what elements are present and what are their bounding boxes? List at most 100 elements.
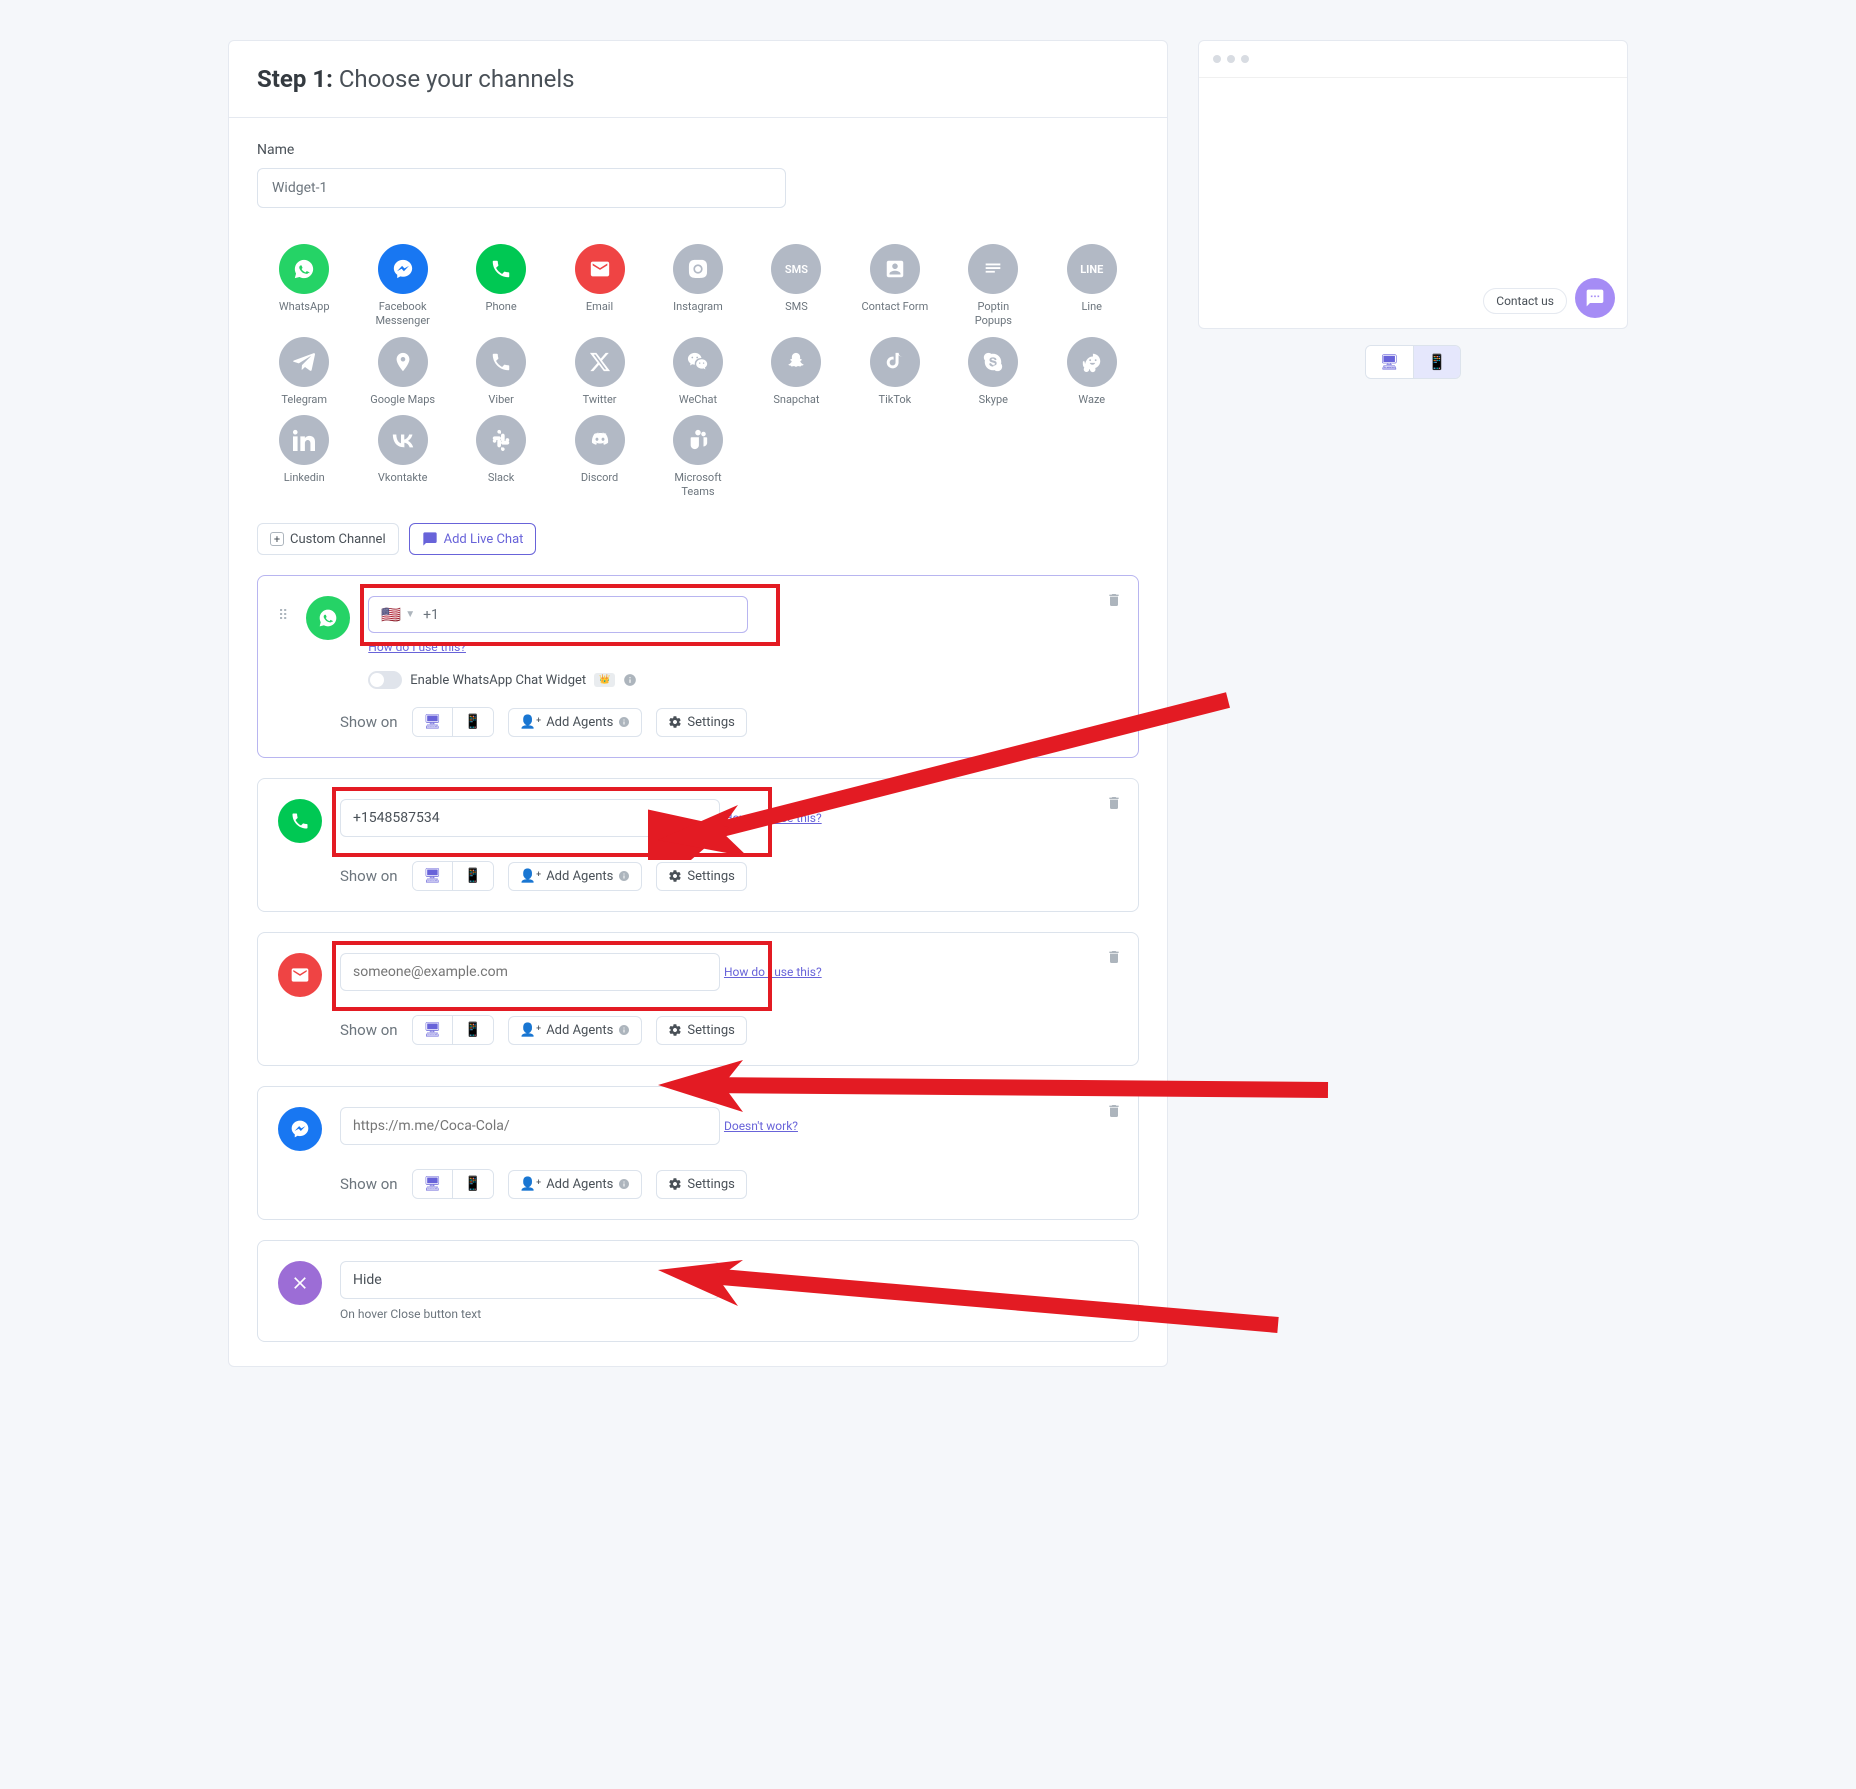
info-icon — [618, 870, 630, 882]
preview-mobile-tab[interactable]: 📱 — [1414, 346, 1461, 378]
channel-messenger[interactable]: Facebook Messenger — [355, 244, 449, 329]
email-card: How do I use this? Show on 🖥 📱 👤⁺Add Age… — [257, 932, 1139, 1066]
preview-header — [1199, 41, 1627, 78]
phone-card: How do I use this? Show on 🖥 📱 👤⁺Add Age… — [257, 778, 1139, 912]
channel-snapchat[interactable]: Snapchat — [749, 337, 843, 407]
info-icon[interactable] — [623, 673, 637, 687]
name-input[interactable] — [257, 168, 786, 208]
device-desktop-button[interactable]: 🖥 — [413, 1170, 454, 1198]
channel-wechat[interactable]: WeChat — [651, 337, 745, 407]
whatsapp-card: ⠿ 🇺🇸 ▼ +1 How do I use this? Enable What — [257, 575, 1139, 758]
device-toggle: 🖥 📱 — [412, 1169, 494, 1199]
channel-sms[interactable]: SMSSMS — [749, 244, 843, 329]
device-mobile-button[interactable]: 📱 — [453, 862, 492, 890]
device-toggle: 🖥 📱 — [412, 707, 494, 737]
channel-skype[interactable]: Skype — [946, 337, 1040, 407]
channel-line[interactable]: LINELine — [1045, 244, 1139, 329]
whatsapp-phone-input[interactable]: 🇺🇸 ▼ +1 — [368, 596, 748, 633]
channel-vkontakte[interactable]: Vkontakte — [355, 415, 449, 500]
gear-icon — [668, 1023, 682, 1037]
custom-channel-button[interactable]: + Custom Channel — [257, 523, 399, 555]
device-mobile-button[interactable]: 📱 — [453, 1016, 492, 1044]
device-toggle: 🖥 📱 — [412, 861, 494, 891]
flag-select[interactable]: 🇺🇸 ▼ — [381, 605, 415, 624]
vkontakte-icon — [392, 429, 414, 451]
channel-telegram[interactable]: Telegram — [257, 337, 351, 407]
channel-contact-form[interactable]: Contact Form — [848, 244, 942, 329]
settings-button[interactable]: Settings — [656, 1170, 746, 1199]
add-live-chat-button[interactable]: Add Live Chat — [409, 523, 537, 555]
channels-grid: WhatsApp Facebook Messenger Phone Email … — [257, 244, 1139, 499]
channel-twitter[interactable]: Twitter — [552, 337, 646, 407]
device-desktop-button[interactable]: 🖥 — [413, 1016, 454, 1044]
channel-slack[interactable]: Slack — [454, 415, 548, 500]
plus-icon: + — [270, 532, 284, 546]
chat-bubble-icon[interactable] — [1575, 278, 1615, 318]
preview-desktop-tab[interactable]: 🖥 — [1366, 346, 1414, 378]
channel-poptin[interactable]: Poptin Popups — [946, 244, 1040, 329]
help-link[interactable]: How do I use this? — [368, 640, 466, 654]
channel-google-maps[interactable]: Google Maps — [355, 337, 449, 407]
trash-icon[interactable] — [1106, 1103, 1122, 1119]
drag-handle-icon[interactable]: ⠿ — [278, 608, 288, 624]
messenger-input[interactable] — [340, 1107, 720, 1145]
device-desktop-button[interactable]: 🖥 — [413, 708, 454, 736]
add-agent-icon: 👤⁺ — [520, 1177, 541, 1192]
email-card-icon — [278, 953, 322, 997]
channel-linkedin[interactable]: Linkedin — [257, 415, 351, 500]
gear-icon — [668, 1177, 682, 1191]
info-icon — [618, 716, 630, 728]
settings-button[interactable]: Settings — [656, 862, 746, 891]
preview-device-tabs: 🖥 📱 — [1365, 345, 1462, 379]
messenger-icon — [392, 258, 414, 280]
channel-discord[interactable]: Discord — [552, 415, 646, 500]
show-on-label: Show on — [340, 1021, 398, 1039]
channel-phone[interactable]: Phone — [454, 244, 548, 329]
channel-viber[interactable]: Viber — [454, 337, 548, 407]
channel-teams[interactable]: Microsoft Teams — [651, 415, 745, 500]
info-icon — [618, 1178, 630, 1190]
add-agents-button[interactable]: 👤⁺Add Agents — [508, 862, 643, 891]
skype-icon — [982, 351, 1004, 373]
viber-icon — [490, 351, 512, 373]
show-on-label: Show on — [340, 713, 398, 731]
add-agents-button[interactable]: 👤⁺Add Agents — [508, 708, 643, 737]
help-link[interactable]: How do I use this? — [724, 811, 822, 825]
waze-icon — [1081, 351, 1103, 373]
close-card-icon — [278, 1261, 322, 1305]
whatsapp-card-icon — [306, 596, 350, 640]
name-label: Name — [257, 142, 1139, 158]
device-desktop-button[interactable]: 🖥 — [413, 862, 454, 890]
add-agents-button[interactable]: 👤⁺Add Agents — [508, 1170, 643, 1199]
help-link[interactable]: Doesn't work? — [724, 1119, 798, 1133]
twitter-icon — [589, 351, 611, 373]
device-mobile-button[interactable]: 📱 — [453, 1170, 492, 1198]
step-title: Step 1: Choose your channels — [257, 65, 1139, 93]
chat-icon — [422, 531, 438, 547]
contact-chip[interactable]: Contact us — [1483, 288, 1567, 314]
channel-email[interactable]: Email — [552, 244, 646, 329]
linkedin-icon — [293, 429, 315, 451]
add-agents-button[interactable]: 👤⁺Add Agents — [508, 1016, 643, 1045]
channel-waze[interactable]: Waze — [1045, 337, 1139, 407]
device-mobile-button[interactable]: 📱 — [453, 708, 492, 736]
channel-whatsapp[interactable]: WhatsApp — [257, 244, 351, 329]
instagram-icon — [687, 258, 709, 280]
email-input[interactable] — [340, 953, 720, 991]
help-link[interactable]: How do I use this? — [724, 965, 822, 979]
phone-input[interactable] — [340, 799, 720, 837]
channel-tiktok[interactable]: TikTok — [848, 337, 942, 407]
settings-button[interactable]: Settings — [656, 1016, 746, 1045]
add-agent-icon: 👤⁺ — [520, 869, 541, 884]
pro-badge: 👑 — [594, 673, 615, 687]
tiktok-icon — [884, 351, 906, 373]
close-text-input[interactable] — [340, 1261, 720, 1299]
whatsapp-icon — [293, 258, 315, 280]
channel-instagram[interactable]: Instagram — [651, 244, 745, 329]
whatsapp-phone-field[interactable] — [447, 607, 735, 623]
settings-button[interactable]: Settings — [656, 708, 746, 737]
snapchat-icon — [785, 351, 807, 373]
whatsapp-toggle[interactable] — [368, 671, 402, 689]
teams-icon — [687, 429, 709, 451]
telegram-icon — [293, 351, 315, 373]
